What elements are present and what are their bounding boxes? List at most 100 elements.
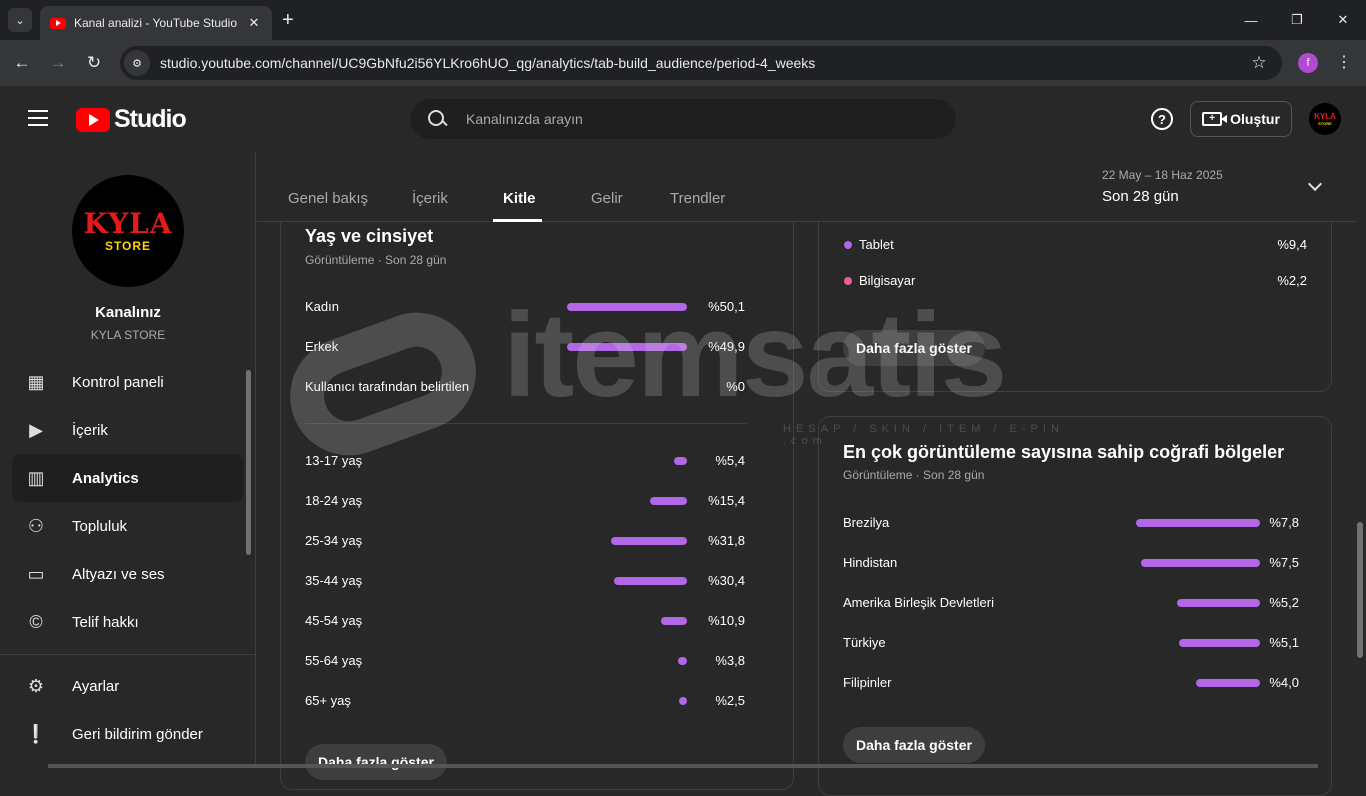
gender-label: Erkek [305, 339, 339, 354]
geography-subtitle: Görüntüleme · Son 28 gün [843, 468, 985, 482]
country-label: Brezilya [843, 515, 890, 530]
analytics-icon: ▥ [27, 467, 45, 488]
browser-tab[interactable]: Kanal analizi - YouTube Studio ✕ [40, 6, 272, 40]
hamburger-menu-icon[interactable] [28, 110, 48, 126]
tab-close-icon[interactable]: ✕ [246, 15, 262, 31]
country-value: %7,5 [1269, 555, 1299, 570]
age-value: %3,8 [715, 653, 745, 668]
dashboard-icon: ▦ [27, 371, 45, 392]
country-bar [1140, 559, 1260, 567]
horizontal-scrollbar[interactable] [48, 764, 1318, 768]
sidebar-item-label: Analytics [72, 469, 139, 487]
create-video-icon: + [1202, 112, 1228, 126]
tab-content[interactable]: İçerik [412, 190, 448, 207]
device-dot [844, 241, 852, 249]
sidebar-item-community[interactable]: ⚇ Topluluk [12, 502, 243, 550]
channel-avatar[interactable]: KYLA STORE [72, 175, 184, 287]
country-value: %5,2 [1269, 595, 1299, 610]
age-value: %15,4 [708, 493, 745, 508]
age-gender-card: Yaş ve cinsiyet Görüntüleme · Son 28 gün… [280, 190, 794, 790]
sidebar-scrollbar[interactable] [246, 370, 251, 555]
restore-icon[interactable]: ❐ [1274, 0, 1320, 40]
tab-revenue[interactable]: Gelir [591, 190, 623, 207]
tab-overview[interactable]: Genel bakış [288, 190, 368, 207]
account-avatar[interactable]: KYLA STORE [1309, 103, 1341, 135]
geography-show-more-button[interactable]: Daha fazla göster [843, 727, 985, 763]
sidebar-item-label: Geri bildirim gönder [72, 725, 203, 743]
device-label: Bilgisayar [859, 273, 916, 288]
age-label: 13-17 yaş [305, 453, 363, 468]
country-bar [1136, 519, 1260, 527]
tab-list-chevron-down-icon[interactable]: ⌄ [8, 8, 32, 32]
gender-value: %0 [726, 379, 745, 394]
gender-bar [567, 343, 687, 351]
main-scrollbar[interactable] [1357, 522, 1363, 658]
country-value: %7,8 [1269, 515, 1299, 530]
browser-menu-kebab-icon[interactable]: ⋮ [1336, 52, 1352, 72]
tab-trends[interactable]: Trendler [670, 190, 725, 207]
age-bar [660, 617, 687, 625]
forward-arrow-icon[interactable]: → [46, 51, 70, 75]
create-button-label: Oluştur [1230, 111, 1280, 127]
sidebar-item-content[interactable]: ▶ İçerik [12, 406, 243, 454]
site-info-tune-icon[interactable]: ⚙ [124, 50, 150, 76]
create-button[interactable]: + Oluştur [1190, 101, 1292, 137]
period-selector[interactable]: Son 28 gün [1102, 188, 1179, 205]
reload-icon[interactable]: ↻ [82, 51, 106, 75]
date-range[interactable]: 22 May – 18 Haz 2025 [1102, 168, 1223, 182]
sidebar-item-label: Ayarlar [72, 677, 120, 695]
geography-title: En çok görüntüleme sayısına sahip coğraf… [843, 442, 1285, 462]
analytics-tabs: Genel bakış İçerik Kitle Gelir Trendler … [257, 152, 1357, 222]
country-value: %5,1 [1269, 635, 1299, 650]
chevron-down-icon[interactable] [1307, 176, 1323, 192]
address-bar[interactable]: ⚙ studio.youtube.com/channel/UC9GbNfu2i5… [120, 46, 1282, 80]
sidebar-item-label: Topluluk [72, 517, 128, 535]
back-arrow-icon[interactable]: ← [10, 51, 34, 75]
channel-search-box[interactable]: Kanalınızda arayın [410, 99, 956, 139]
channel-avatar-kyla-text: KYLA [83, 207, 173, 240]
device-show-more-button[interactable]: Daha fazla göster [843, 330, 985, 366]
age-bar [611, 537, 687, 545]
age-bar [614, 577, 687, 585]
browser-tabbar: ⌄ Kanal analizi - YouTube Studio ✕ + — ❐… [0, 0, 1366, 40]
sidebar-item-dashboard[interactable]: ▦ Kontrol paneli [12, 358, 243, 406]
channel-title: Kanalınız [95, 304, 161, 321]
help-icon[interactable]: ? [1151, 108, 1173, 130]
country-label: Türkiye [843, 635, 886, 650]
browser-toolbar: ← → ↻ ⚙ studio.youtube.com/channel/UC9Gb… [0, 40, 1366, 86]
search-icon[interactable] [426, 108, 448, 130]
url-text[interactable]: studio.youtube.com/channel/UC9GbNfu2i56Y… [160, 55, 1244, 71]
age-label: 65+ yaş [305, 693, 351, 708]
browser-profile-avatar[interactable]: f [1298, 53, 1318, 73]
sidebar-item-label: Kontrol paneli [72, 373, 164, 391]
youtube-studio-logo[interactable]: Studio [76, 105, 187, 134]
sidebar: KYLA STORE Kanalınız KYLA STORE ▦ Kontro… [0, 152, 256, 768]
window-close-icon[interactable]: ✕ [1320, 0, 1366, 40]
gear-icon: ⚙ [27, 675, 45, 696]
age-value: %10,9 [708, 613, 745, 628]
sidebar-item-label: Telif hakkı [72, 613, 139, 631]
age-bar [674, 457, 687, 465]
bookmark-star-icon[interactable]: ☆ [1244, 53, 1274, 73]
sidebar-item-feedback[interactable]: ❕ Geri bildirim gönder [12, 710, 243, 758]
age-gender-show-more-button[interactable]: Daha fazla göster [305, 744, 447, 780]
gender-label: Kullanıcı tarafından belirtilen [305, 379, 470, 394]
age-label: 45-54 yaş [305, 613, 363, 628]
age-gender-title: Yaş ve cinsiyet [305, 226, 434, 246]
content-icon: ▶ [29, 419, 43, 440]
sidebar-item-copyright[interactable]: © Telif hakkı [12, 598, 243, 646]
sidebar-item-label: Altyazı ve ses [72, 565, 165, 583]
search-input[interactable]: Kanalınızda arayın [466, 111, 583, 127]
sidebar-item-subtitles[interactable]: ▭ Altyazı ve ses [12, 550, 243, 598]
sidebar-item-analytics[interactable]: ▥ Analytics [12, 454, 243, 502]
device-dot [844, 277, 852, 285]
age-label: 18-24 yaş [305, 493, 363, 508]
sidebar-item-settings[interactable]: ⚙ Ayarlar [12, 662, 243, 710]
subtitles-icon: ▭ [27, 563, 45, 584]
channel-name: KYLA STORE [90, 328, 166, 342]
tab-title: Kanal analizi - YouTube Studio [74, 16, 238, 30]
tab-audience[interactable]: Kitle [503, 190, 536, 207]
new-tab-plus-icon[interactable]: + [282, 9, 294, 31]
minimize-icon[interactable]: — [1228, 0, 1274, 40]
age-label: 55-64 yaş [305, 653, 363, 668]
